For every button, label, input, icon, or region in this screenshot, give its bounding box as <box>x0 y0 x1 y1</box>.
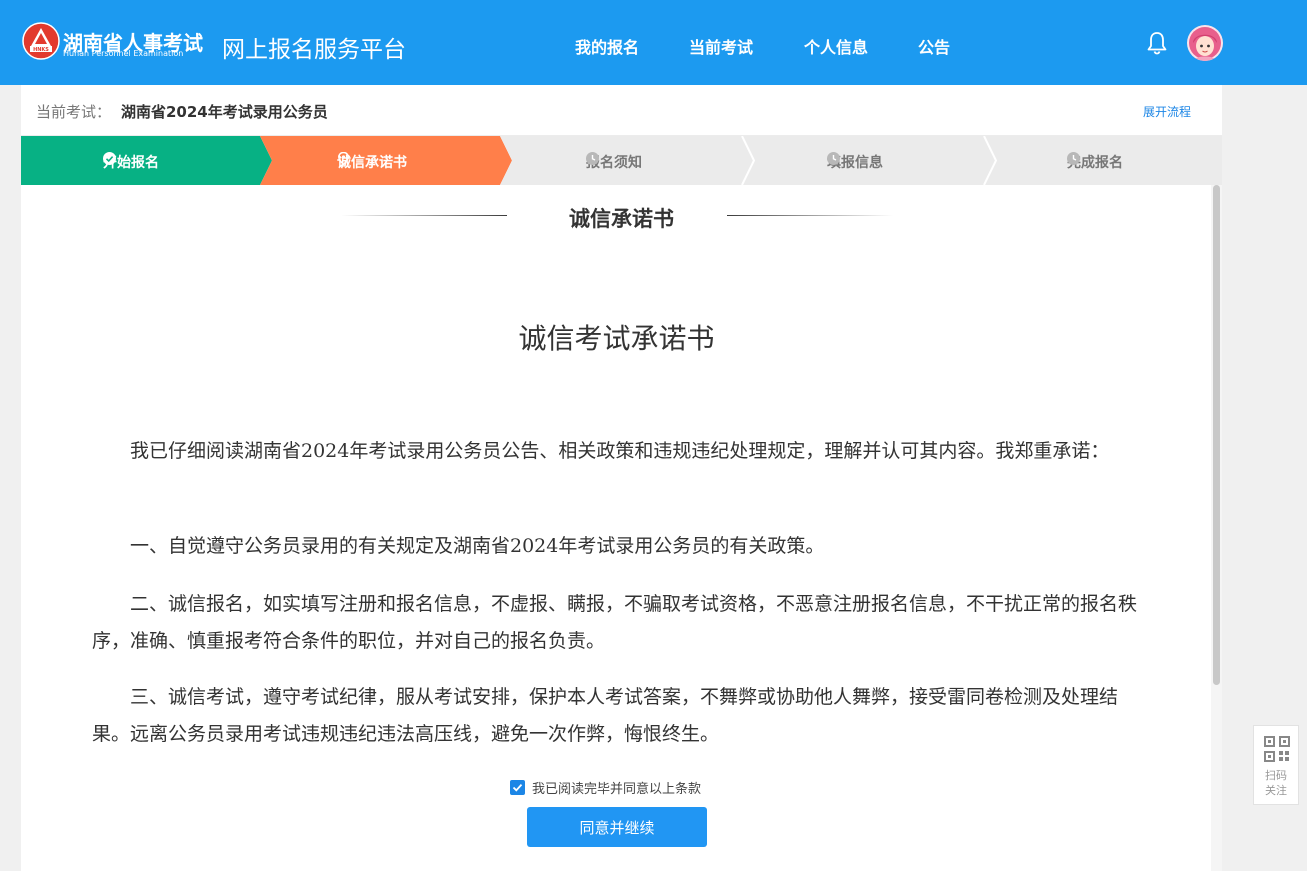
qr-follow-widget[interactable]: 扫码 关注 <box>1253 725 1299 805</box>
clock-icon <box>827 152 840 165</box>
logo-text: HNKS <box>33 47 49 53</box>
clock-icon <box>586 152 599 165</box>
step-pledge: 诚信承诺书 <box>337 152 407 172</box>
progress-steps: 开始报名 诚信承诺书 报名须知 填报信息 完成报名 <box>21 136 1222 185</box>
step-fill-info: 填报信息 <box>827 152 883 172</box>
expand-process-link[interactable]: 展开流程 <box>1143 103 1191 120</box>
nav-personal-info[interactable]: 个人信息 <box>804 34 868 58</box>
step-start: 开始报名 <box>103 152 159 172</box>
bell-icon[interactable] <box>1146 31 1168 55</box>
current-exam-name: 湖南省2024年考试录用公务员 <box>121 103 328 121</box>
agree-checkbox[interactable] <box>510 780 525 795</box>
brand-name-english: Hunan Personnel Examination <box>63 49 184 58</box>
check-circle-icon <box>103 152 116 165</box>
qr-label-line1: 扫码 <box>1265 769 1287 782</box>
main-panel: 当前考试： 湖南省2024年考试录用公务员 展开流程 开始报名 诚信承诺书 报名… <box>21 85 1222 871</box>
user-avatar[interactable] <box>1187 25 1223 61</box>
scrollbar-thumb[interactable] <box>1213 185 1220 685</box>
section-title: 诚信承诺书 <box>569 207 674 231</box>
agree-label: 我已阅读完毕并同意以上条款 <box>532 782 702 797</box>
hnks-logo-icon: HNKS <box>22 22 60 60</box>
document-title: 诚信考试承诺书 <box>518 322 715 355</box>
platform-title: 网上报名服务平台 <box>222 37 406 63</box>
nav-my-registrations[interactable]: 我的报名 <box>575 34 639 58</box>
agree-checkbox-row[interactable]: 我已阅读完毕并同意以上条款 <box>510 777 702 797</box>
top-header: HNKS 湖南省人事考试 Hunan Personnel Examination… <box>0 0 1307 85</box>
qr-code-icon <box>1264 736 1290 762</box>
current-exam-label: 当前考试： <box>36 103 112 121</box>
pledge-item-2: 二、诚信报名，如实填写注册和报名信息，不虚报、瞒报，不骗取考试资格，不恶意注册报… <box>92 593 1138 652</box>
qr-follow-label: 扫码 关注 <box>1254 768 1298 798</box>
step-complete: 完成报名 <box>1067 152 1123 172</box>
checkmark-icon <box>512 783 523 792</box>
nav-current-exam[interactable]: 当前考试 <box>689 34 753 58</box>
pledge-item-1: 一、自觉遵守公务员录用的有关规定及湖南省2024年考试录用公务员的有关政策。 <box>130 535 825 557</box>
location-pin-icon <box>338 152 349 165</box>
pledge-item-3: 三、诚信考试，遵守考试纪律，服从考试安排，保护本人考试答案，不舞弊或协助他人舞弊… <box>92 686 1119 745</box>
content-scrollbar[interactable] <box>1211 185 1222 871</box>
pledge-intro: 我已仔细阅读湖南省2024年考试录用公务员公告、相关政策和违规违纪处理规定，理解… <box>130 440 1110 462</box>
nav-announcements[interactable]: 公告 <box>918 34 950 58</box>
avatar-icon <box>1187 25 1223 61</box>
step-notice: 报名须知 <box>586 152 642 172</box>
qr-label-line2: 关注 <box>1265 784 1287 797</box>
title-divider-right <box>727 215 893 216</box>
clock-icon <box>1067 152 1080 165</box>
agree-continue-button[interactable]: 同意并继续 <box>527 807 707 847</box>
